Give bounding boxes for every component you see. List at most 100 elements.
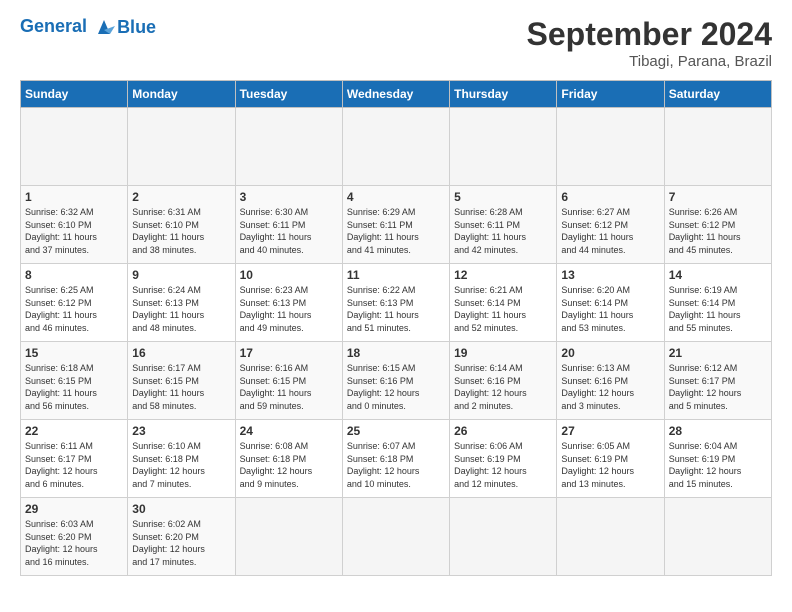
header: General Blue September 2024 Tibagi, Para…	[20, 16, 772, 70]
table-row: 2 Sunrise: 6:31 AM Sunset: 6:10 PM Daylig…	[128, 186, 235, 264]
day-number: 3	[240, 190, 338, 204]
cell-content: Sunrise: 6:07 AM Sunset: 6:18 PM Dayligh…	[347, 440, 445, 490]
col-wednesday: Wednesday	[342, 81, 449, 108]
table-row	[21, 108, 128, 186]
day-number: 29	[25, 502, 123, 516]
calendar-week-5: 22 Sunrise: 6:11 AM Sunset: 6:17 PM Dayli…	[21, 420, 772, 498]
calendar-week-4: 15 Sunrise: 6:18 AM Sunset: 6:15 PM Dayli…	[21, 342, 772, 420]
cell-content: Sunrise: 6:28 AM Sunset: 6:11 PM Dayligh…	[454, 206, 552, 256]
table-row	[235, 108, 342, 186]
table-row: 21 Sunrise: 6:12 AM Sunset: 6:17 PM Dayli…	[664, 342, 771, 420]
location: Tibagi, Parana, Brazil	[527, 53, 772, 70]
cell-content: Sunrise: 6:04 AM Sunset: 6:19 PM Dayligh…	[669, 440, 767, 490]
cell-content: Sunrise: 6:05 AM Sunset: 6:19 PM Dayligh…	[561, 440, 659, 490]
logo-text: General	[20, 16, 115, 38]
cell-content: Sunrise: 6:15 AM Sunset: 6:16 PM Dayligh…	[347, 362, 445, 412]
cell-content: Sunrise: 6:16 AM Sunset: 6:15 PM Dayligh…	[240, 362, 338, 412]
cell-content: Sunrise: 6:18 AM Sunset: 6:15 PM Dayligh…	[25, 362, 123, 412]
cell-content: Sunrise: 6:22 AM Sunset: 6:13 PM Dayligh…	[347, 284, 445, 334]
table-row: 12Sunrise: 6:21 AM Sunset: 6:14 PM Dayli…	[450, 264, 557, 342]
table-row: 27 Sunrise: 6:05 AM Sunset: 6:19 PM Dayli…	[557, 420, 664, 498]
calendar-week-1	[21, 108, 772, 186]
table-row	[450, 498, 557, 576]
day-number: 5	[454, 190, 552, 204]
day-number: 6	[561, 190, 659, 204]
table-row: 9 Sunrise: 6:24 AM Sunset: 6:13 PM Daylig…	[128, 264, 235, 342]
table-row: 23 Sunrise: 6:10 AM Sunset: 6:18 PM Dayli…	[128, 420, 235, 498]
cell-content: Sunrise: 6:20 AM Sunset: 6:14 PM Dayligh…	[561, 284, 659, 334]
cell-content: Sunrise: 6:31 AM Sunset: 6:10 PM Dayligh…	[132, 206, 230, 256]
cell-content: Sunrise: 6:12 AM Sunset: 6:17 PM Dayligh…	[669, 362, 767, 412]
table-row	[664, 498, 771, 576]
cell-content: Sunrise: 6:03 AM Sunset: 6:20 PM Dayligh…	[25, 518, 123, 568]
cell-content: Sunrise: 6:06 AM Sunset: 6:19 PM Dayligh…	[454, 440, 552, 490]
table-row: 30Sunrise: 6:02 AM Sunset: 6:20 PM Dayli…	[128, 498, 235, 576]
table-row: 29 Sunrise: 6:03 AM Sunset: 6:20 PM Dayli…	[21, 498, 128, 576]
cell-content: Sunrise: 6:29 AM Sunset: 6:11 PM Dayligh…	[347, 206, 445, 256]
table-row: 1Sunrise: 6:32 AM Sunset: 6:10 PM Daylig…	[21, 186, 128, 264]
cell-content: Sunrise: 6:19 AM Sunset: 6:14 PM Dayligh…	[669, 284, 767, 334]
day-number: 23	[132, 424, 230, 438]
day-number: 15	[25, 346, 123, 360]
cell-content: Sunrise: 6:11 AM Sunset: 6:17 PM Dayligh…	[25, 440, 123, 490]
cell-content: Sunrise: 6:17 AM Sunset: 6:15 PM Dayligh…	[132, 362, 230, 412]
day-number: 26	[454, 424, 552, 438]
day-number: 10	[240, 268, 338, 282]
table-row: 22 Sunrise: 6:11 AM Sunset: 6:17 PM Dayli…	[21, 420, 128, 498]
title-block: September 2024 Tibagi, Parana, Brazil	[527, 16, 772, 70]
cell-content: Sunrise: 6:10 AM Sunset: 6:18 PM Dayligh…	[132, 440, 230, 490]
day-number: 28	[669, 424, 767, 438]
month-title: September 2024	[527, 16, 772, 53]
table-row: 10 Sunrise: 6:23 AM Sunset: 6:13 PM Dayli…	[235, 264, 342, 342]
day-number: 14	[669, 268, 767, 282]
table-row: 28 Sunrise: 6:04 AM Sunset: 6:19 PM Dayli…	[664, 420, 771, 498]
day-number: 20	[561, 346, 659, 360]
table-row	[557, 108, 664, 186]
calendar-week-2: 1Sunrise: 6:32 AM Sunset: 6:10 PM Daylig…	[21, 186, 772, 264]
calendar-table: Sunday Monday Tuesday Wednesday Thursday…	[20, 80, 772, 576]
table-row: 5 Sunrise: 6:28 AM Sunset: 6:11 PM Daylig…	[450, 186, 557, 264]
day-number: 22	[25, 424, 123, 438]
table-row: 13Sunrise: 6:20 AM Sunset: 6:14 PM Dayli…	[557, 264, 664, 342]
day-number: 8	[25, 268, 123, 282]
table-row	[557, 498, 664, 576]
table-row	[235, 498, 342, 576]
cell-content: Sunrise: 6:32 AM Sunset: 6:10 PM Dayligh…	[25, 206, 123, 256]
cell-content: Sunrise: 6:21 AM Sunset: 6:14 PM Dayligh…	[454, 284, 552, 334]
day-number: 21	[669, 346, 767, 360]
table-row: 15 Sunrise: 6:18 AM Sunset: 6:15 PM Dayli…	[21, 342, 128, 420]
table-row	[450, 108, 557, 186]
day-number: 25	[347, 424, 445, 438]
table-row: 7Sunrise: 6:26 AM Sunset: 6:12 PM Daylig…	[664, 186, 771, 264]
day-number: 2	[132, 190, 230, 204]
day-number: 17	[240, 346, 338, 360]
day-number: 24	[240, 424, 338, 438]
day-number: 9	[132, 268, 230, 282]
table-row: 18 Sunrise: 6:15 AM Sunset: 6:16 PM Dayli…	[342, 342, 449, 420]
col-thursday: Thursday	[450, 81, 557, 108]
table-row: 4Sunrise: 6:29 AM Sunset: 6:11 PM Daylig…	[342, 186, 449, 264]
logo: General Blue	[20, 16, 156, 38]
cell-content: Sunrise: 6:23 AM Sunset: 6:13 PM Dayligh…	[240, 284, 338, 334]
day-number: 16	[132, 346, 230, 360]
table-row: 20 Sunrise: 6:13 AM Sunset: 6:16 PM Dayli…	[557, 342, 664, 420]
day-number: 7	[669, 190, 767, 204]
cell-content: Sunrise: 6:24 AM Sunset: 6:13 PM Dayligh…	[132, 284, 230, 334]
header-row: Sunday Monday Tuesday Wednesday Thursday…	[21, 81, 772, 108]
day-number: 11	[347, 268, 445, 282]
table-row: 16 Sunrise: 6:17 AM Sunset: 6:15 PM Dayli…	[128, 342, 235, 420]
table-row: 8Sunrise: 6:25 AM Sunset: 6:12 PM Daylig…	[21, 264, 128, 342]
table-row	[128, 108, 235, 186]
cell-content: Sunrise: 6:13 AM Sunset: 6:16 PM Dayligh…	[561, 362, 659, 412]
cell-content: Sunrise: 6:02 AM Sunset: 6:20 PM Dayligh…	[132, 518, 230, 568]
table-row: 3Sunrise: 6:30 AM Sunset: 6:11 PM Daylig…	[235, 186, 342, 264]
col-tuesday: Tuesday	[235, 81, 342, 108]
day-number: 18	[347, 346, 445, 360]
table-row	[342, 498, 449, 576]
table-row	[342, 108, 449, 186]
cell-content: Sunrise: 6:27 AM Sunset: 6:12 PM Dayligh…	[561, 206, 659, 256]
day-number: 27	[561, 424, 659, 438]
col-friday: Friday	[557, 81, 664, 108]
cell-content: Sunrise: 6:14 AM Sunset: 6:16 PM Dayligh…	[454, 362, 552, 412]
table-row: 25 Sunrise: 6:07 AM Sunset: 6:18 PM Dayli…	[342, 420, 449, 498]
